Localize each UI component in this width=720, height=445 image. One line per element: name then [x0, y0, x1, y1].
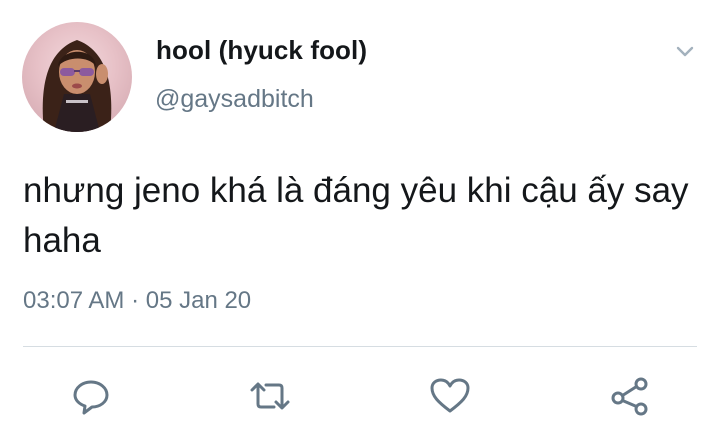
like-button[interactable] — [428, 374, 472, 418]
divider — [23, 346, 697, 347]
avatar[interactable] — [22, 22, 132, 132]
tweet-card: hool (hyuck fool) @gaysadbitch nhưng jen… — [0, 0, 720, 445]
retweet-button[interactable] — [248, 374, 292, 418]
share-button[interactable] — [608, 374, 652, 418]
avatar-image — [42, 40, 112, 132]
heart-icon — [430, 378, 470, 413]
reply-button[interactable] — [69, 374, 113, 418]
user-handle[interactable]: @gaysadbitch — [155, 85, 314, 114]
tweet-timestamp[interactable]: 03:07 AM · 05 Jan 20 — [23, 287, 251, 315]
chevron-down-icon[interactable] — [672, 38, 698, 64]
retweet-icon — [250, 382, 290, 410]
share-icon — [611, 377, 648, 416]
comment-icon — [73, 380, 109, 415]
tweet-text: nhưng jeno khá là đáng yêu khi cậu ấy sa… — [23, 171, 689, 260]
display-name[interactable]: hool (hyuck fool) — [156, 35, 367, 66]
